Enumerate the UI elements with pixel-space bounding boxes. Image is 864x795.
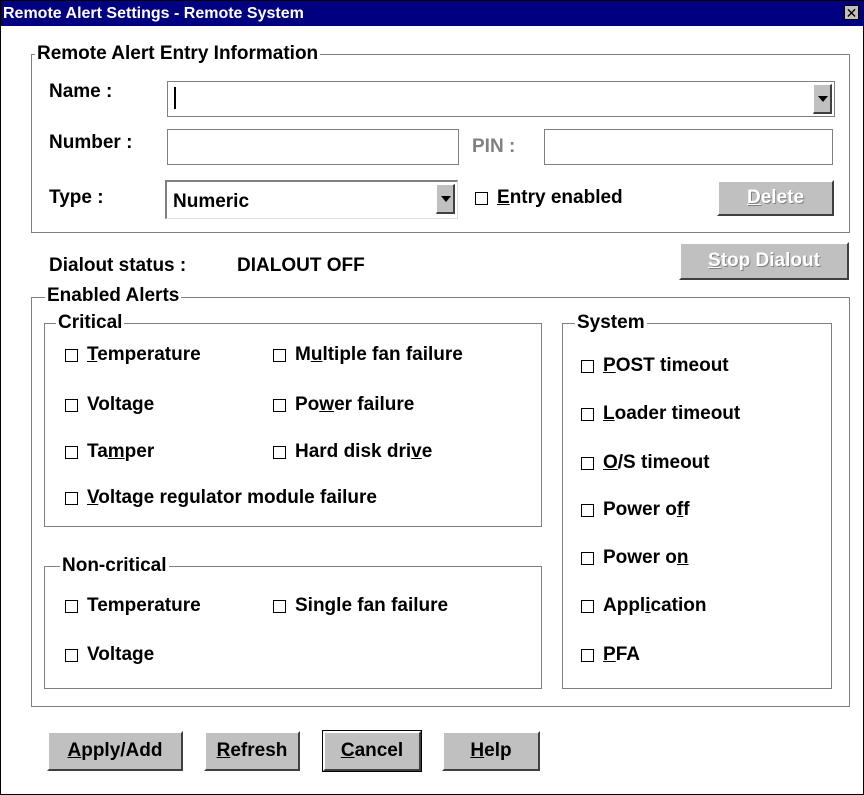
apply-add-button[interactable]: Apply/Add	[47, 731, 183, 771]
checkbox-square-icon[interactable]	[581, 648, 594, 662]
critical-vrm-failure-checkbox[interactable]: Voltage regulator module failure	[65, 487, 377, 509]
noncritical-single-fan-failure-checkbox[interactable]: Single fan failure	[273, 595, 448, 617]
help-button[interactable]: Help	[442, 731, 540, 771]
noncritical-groupbox	[44, 566, 542, 689]
checkbox-square-icon[interactable]	[581, 456, 594, 470]
system-os-timeout-checkbox[interactable]: O/S timeout	[581, 452, 710, 474]
checkbox-square-icon[interactable]	[65, 599, 78, 613]
delete-button[interactable]: Delete	[717, 180, 834, 216]
entry-group-label: Remote Alert Entry Information	[35, 43, 321, 64]
checkbox-square-icon[interactable]	[581, 359, 594, 373]
title-bar: Remote Alert Settings - Remote System ✕	[1, 1, 863, 26]
system-application-checkbox[interactable]: Application	[581, 595, 706, 617]
checkbox-square-icon[interactable]	[475, 191, 488, 205]
critical-multiple-fan-failure-checkbox[interactable]: Multiple fan failure	[273, 344, 463, 366]
name-dropdown-button[interactable]	[813, 84, 832, 114]
critical-voltage-checkbox[interactable]: Voltage	[65, 394, 154, 416]
chevron-down-icon	[818, 95, 828, 102]
entry-enabled-checkbox[interactable]: Entry enabled	[475, 187, 623, 209]
number-field[interactable]	[167, 129, 459, 165]
checkbox-square-icon[interactable]	[65, 445, 78, 459]
system-loader-timeout-checkbox[interactable]: Loader timeout	[581, 403, 740, 425]
noncritical-temperature-checkbox[interactable]: Temperature	[65, 595, 201, 617]
stop-dialout-button[interactable]: Stop Dialout	[679, 242, 849, 280]
cancel-button[interactable]: Cancel	[322, 730, 422, 772]
number-label: Number :	[49, 132, 133, 153]
critical-hard-disk-drive-checkbox[interactable]: Hard disk drive	[273, 441, 432, 463]
system-label: System	[575, 312, 647, 333]
name-label: Name :	[49, 81, 113, 102]
checkbox-square-icon[interactable]	[65, 648, 78, 662]
type-dropdown-button[interactable]	[436, 184, 455, 214]
type-value: Numeric	[173, 191, 250, 212]
system-power-on-checkbox[interactable]: Power on	[581, 547, 689, 569]
enabled-alerts-label: Enabled Alerts	[45, 285, 182, 306]
entry-enabled-label: Entry enabled	[497, 187, 623, 208]
checkbox-square-icon[interactable]	[581, 599, 594, 613]
refresh-button[interactable]: Refresh	[204, 731, 300, 771]
noncritical-label: Non-critical	[60, 555, 169, 576]
noncritical-voltage-checkbox[interactable]: Voltage	[65, 644, 154, 666]
name-combobox[interactable]	[167, 81, 835, 117]
checkbox-square-icon[interactable]	[273, 398, 286, 412]
system-post-timeout-checkbox[interactable]: POST timeout	[581, 355, 729, 377]
checkbox-square-icon[interactable]	[65, 491, 78, 505]
critical-temperature-checkbox[interactable]: Temperature	[65, 344, 201, 366]
pin-field[interactable]	[544, 129, 833, 165]
checkbox-square-icon[interactable]	[581, 503, 594, 517]
checkbox-square-icon[interactable]	[581, 407, 594, 421]
dialout-status-label: Dialout status :	[49, 255, 187, 276]
dialout-status-value: DIALOUT OFF	[237, 255, 365, 276]
type-select[interactable]: Numeric	[165, 180, 458, 219]
close-icon[interactable]: ✕	[844, 5, 859, 20]
checkbox-square-icon[interactable]	[581, 551, 594, 565]
checkbox-square-icon[interactable]	[273, 348, 286, 362]
critical-label: Critical	[56, 312, 125, 333]
system-pfa-checkbox[interactable]: PFA	[581, 644, 640, 666]
pin-label: PIN :	[472, 136, 516, 157]
checkbox-square-icon[interactable]	[273, 445, 286, 459]
checkbox-square-icon[interactable]	[65, 398, 78, 412]
critical-tamper-checkbox[interactable]: Tamper	[65, 441, 154, 463]
text-caret	[174, 87, 176, 109]
dialog-window: Remote Alert Settings - Remote System ✕ …	[0, 0, 864, 795]
checkbox-square-icon[interactable]	[273, 599, 286, 613]
type-label: Type :	[49, 187, 104, 208]
checkbox-square-icon[interactable]	[65, 348, 78, 362]
chevron-down-icon	[441, 195, 451, 202]
system-power-off-checkbox[interactable]: Power off	[581, 499, 690, 521]
window-title: Remote Alert Settings - Remote System	[3, 5, 304, 22]
critical-power-failure-checkbox[interactable]: Power failure	[273, 394, 414, 416]
